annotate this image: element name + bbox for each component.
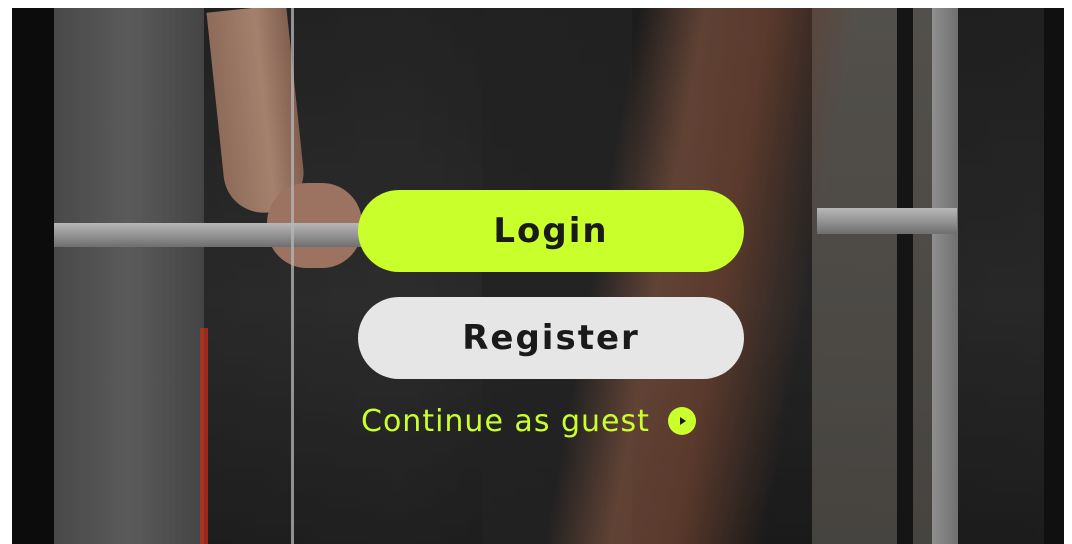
right-border: [1044, 8, 1064, 544]
continue-as-guest-link[interactable]: Continue as guest: [361, 400, 696, 442]
register-button-label: Register: [462, 318, 640, 358]
login-screen: Login Register Continue as guest: [12, 8, 1064, 544]
continue-as-guest-label: Continue as guest: [361, 403, 650, 439]
register-button[interactable]: Register: [358, 297, 744, 379]
login-button[interactable]: Login: [358, 190, 744, 272]
login-button-label: Login: [493, 211, 609, 251]
play-circle-icon: [667, 407, 696, 435]
left-border: [12, 8, 54, 544]
background-overlay: [54, 8, 1044, 544]
